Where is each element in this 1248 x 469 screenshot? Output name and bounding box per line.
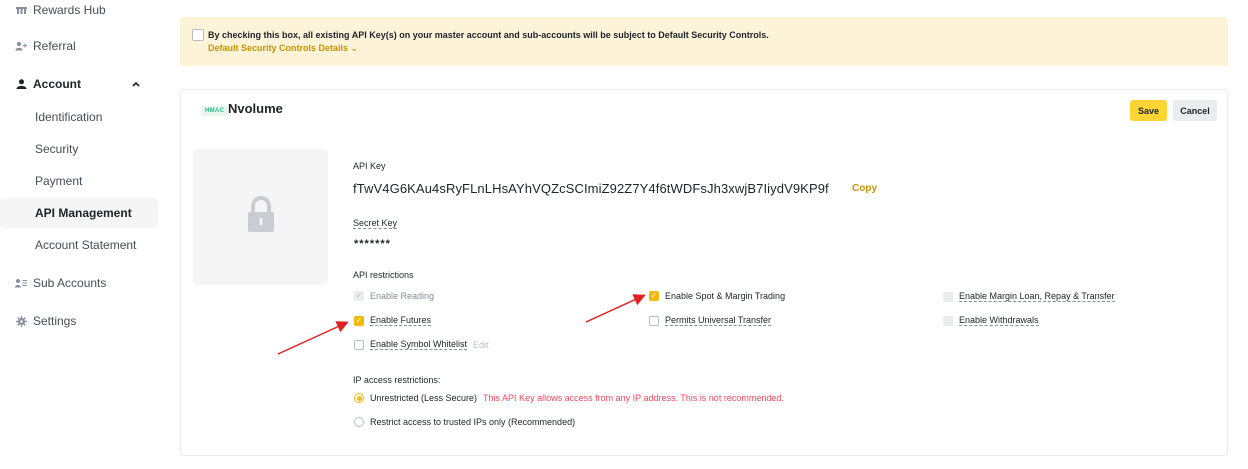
option-label: Enable Futures xyxy=(370,315,432,326)
enable-reading-option: ✓ Enable Reading xyxy=(354,291,434,301)
enable-futures-option[interactable]: ✓ Enable Futures xyxy=(354,315,432,326)
enable-symbol-whitelist-option[interactable]: Enable Symbol Whitelist Edit xyxy=(354,339,489,350)
sidebar-item-referral[interactable]: Referral xyxy=(0,31,158,61)
option-label: Enable Withdrawals xyxy=(959,315,1039,326)
enable-withdrawals-option: Enable Withdrawals xyxy=(943,315,1039,326)
sidebar-item-account-statement[interactable]: Account Statement xyxy=(0,230,158,260)
option-label: Restrict access to trusted IPs only (Rec… xyxy=(370,417,576,427)
sidebar-item-label: API Management xyxy=(35,206,132,220)
hmac-badge: HMAC xyxy=(201,106,229,116)
enable-futures-checkbox[interactable]: ✓ xyxy=(354,315,364,326)
permits-universal-transfer-option[interactable]: Permits Universal Transfer xyxy=(649,315,772,326)
sidebar-item-label: Settings xyxy=(33,314,77,328)
ip-warning-text: This API Key allows access from any IP a… xyxy=(483,393,784,403)
api-restrictions-label: API restrictions xyxy=(353,270,414,280)
sidebar-item-label: Account xyxy=(33,77,81,91)
gear-icon xyxy=(15,315,27,327)
copy-api-key-button[interactable]: Copy xyxy=(852,183,877,194)
option-label: Unrestricted (Less Secure) xyxy=(370,393,478,403)
secret-key-label: Secret Key xyxy=(353,218,398,229)
default-security-controls-link[interactable]: Default Security Controls Details ⌄ xyxy=(208,43,358,54)
api-key-name: Nvolume xyxy=(228,101,283,116)
sidebar-item-settings[interactable]: Settings xyxy=(0,306,158,336)
enable-margin-loan-option: Enable Margin Loan, Repay & Transfer xyxy=(943,291,1115,302)
ip-unrestricted-radio[interactable] xyxy=(354,393,364,403)
sidebar-item-sub-accounts[interactable]: Sub Accounts xyxy=(0,268,158,298)
enable-symbol-whitelist-checkbox[interactable] xyxy=(354,339,364,350)
permits-universal-transfer-checkbox[interactable] xyxy=(649,315,659,326)
sidebar-item-label: Sub Accounts xyxy=(33,276,107,290)
rewards-icon xyxy=(15,4,27,16)
account-icon xyxy=(15,78,27,90)
qr-code-placeholder xyxy=(193,149,328,285)
sidebar-item-rewards-hub[interactable]: Rewards Hub xyxy=(0,0,158,25)
sidebar-item-identification[interactable]: Identification xyxy=(0,102,158,132)
chevron-up-icon[interactable] xyxy=(132,79,140,89)
enable-margin-loan-checkbox xyxy=(943,291,953,302)
lock-icon xyxy=(246,195,276,239)
secret-key-value: ******* xyxy=(354,238,391,250)
sidebar-item-payment[interactable]: Payment xyxy=(0,166,158,196)
sidebar: Rewards Hub Referral Account Identificat… xyxy=(0,0,168,469)
cancel-button[interactable]: Cancel xyxy=(1173,100,1217,121)
banner-text: By checking this box, all existing API K… xyxy=(208,30,769,40)
api-key-value: fTwV4G6KAu4sRyFLnLHsAYhVQZcSCImiZ92Z7Y4f… xyxy=(353,181,829,196)
sidebar-item-label: Referral xyxy=(33,39,76,53)
option-label: Enable Reading xyxy=(370,291,435,301)
sidebar-item-api-management[interactable]: API Management xyxy=(0,198,158,228)
ip-unrestricted-option[interactable]: Unrestricted (Less Secure) This API Key … xyxy=(354,393,784,403)
referral-icon xyxy=(15,40,27,52)
ip-restrictions-label: IP access restrictions: xyxy=(353,375,441,385)
sidebar-item-label: Payment xyxy=(35,174,83,188)
option-label: Enable Spot & Margin Trading xyxy=(665,291,786,301)
enable-spot-margin-checkbox[interactable]: ✓ xyxy=(649,291,659,301)
sub-accounts-icon xyxy=(15,277,27,289)
api-key-card: HMAC Nvolume Save Cancel API Key fTwV4G6… xyxy=(180,89,1228,456)
sidebar-item-label: Security xyxy=(35,142,79,156)
edit-whitelist-link[interactable]: Edit xyxy=(473,340,489,350)
enable-reading-checkbox: ✓ xyxy=(354,291,364,301)
sidebar-item-label: Rewards Hub xyxy=(33,3,106,17)
ip-restricted-radio[interactable] xyxy=(354,417,364,427)
save-button[interactable]: Save xyxy=(1130,100,1167,121)
option-label: Enable Margin Loan, Repay & Transfer xyxy=(959,291,1115,302)
sidebar-item-label: Account Statement xyxy=(35,238,137,252)
sidebar-item-security[interactable]: Security xyxy=(0,134,158,164)
option-label: Permits Universal Transfer xyxy=(665,315,772,326)
enable-withdrawals-checkbox xyxy=(943,315,953,326)
enable-spot-margin-option[interactable]: ✓ Enable Spot & Margin Trading xyxy=(649,291,785,301)
sidebar-item-account[interactable]: Account xyxy=(0,69,158,99)
sidebar-item-label: Identification xyxy=(35,110,103,124)
security-controls-banner: By checking this box, all existing API K… xyxy=(180,17,1228,66)
ip-restricted-option[interactable]: Restrict access to trusted IPs only (Rec… xyxy=(354,417,575,427)
default-security-controls-checkbox[interactable] xyxy=(192,29,204,41)
option-label: Enable Symbol Whitelist xyxy=(370,339,468,350)
api-key-label: API Key xyxy=(353,161,386,171)
